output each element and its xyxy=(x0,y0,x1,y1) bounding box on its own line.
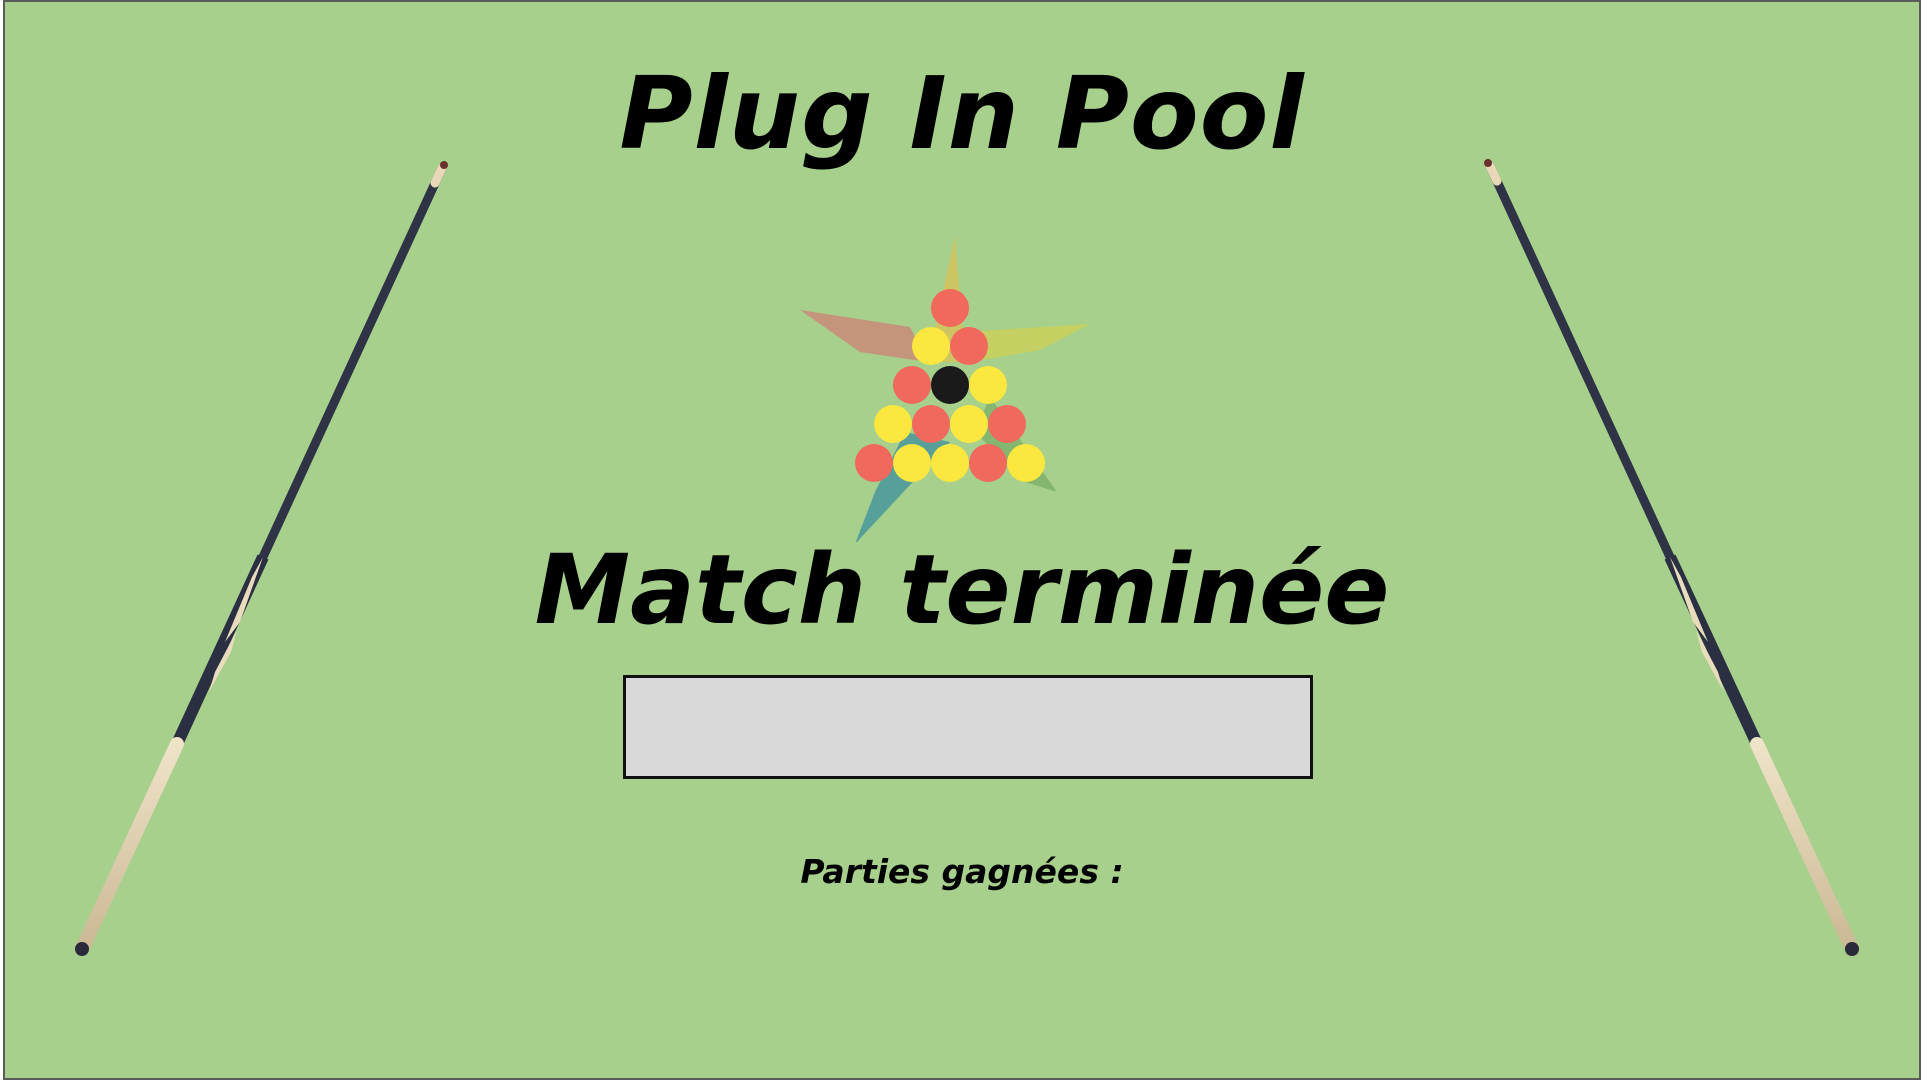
app-title: Plug In Pool xyxy=(619,55,1305,172)
games-won-label: Parties gagnées : xyxy=(800,852,1124,891)
game-screen: Plug In Pool Match terminée Parties gagn… xyxy=(3,0,1921,1080)
game-over-heading: Match terminée xyxy=(534,534,1390,646)
winner-display-field xyxy=(623,675,1313,779)
billiard-balls-rack-star-logo-icon xyxy=(800,236,1090,542)
